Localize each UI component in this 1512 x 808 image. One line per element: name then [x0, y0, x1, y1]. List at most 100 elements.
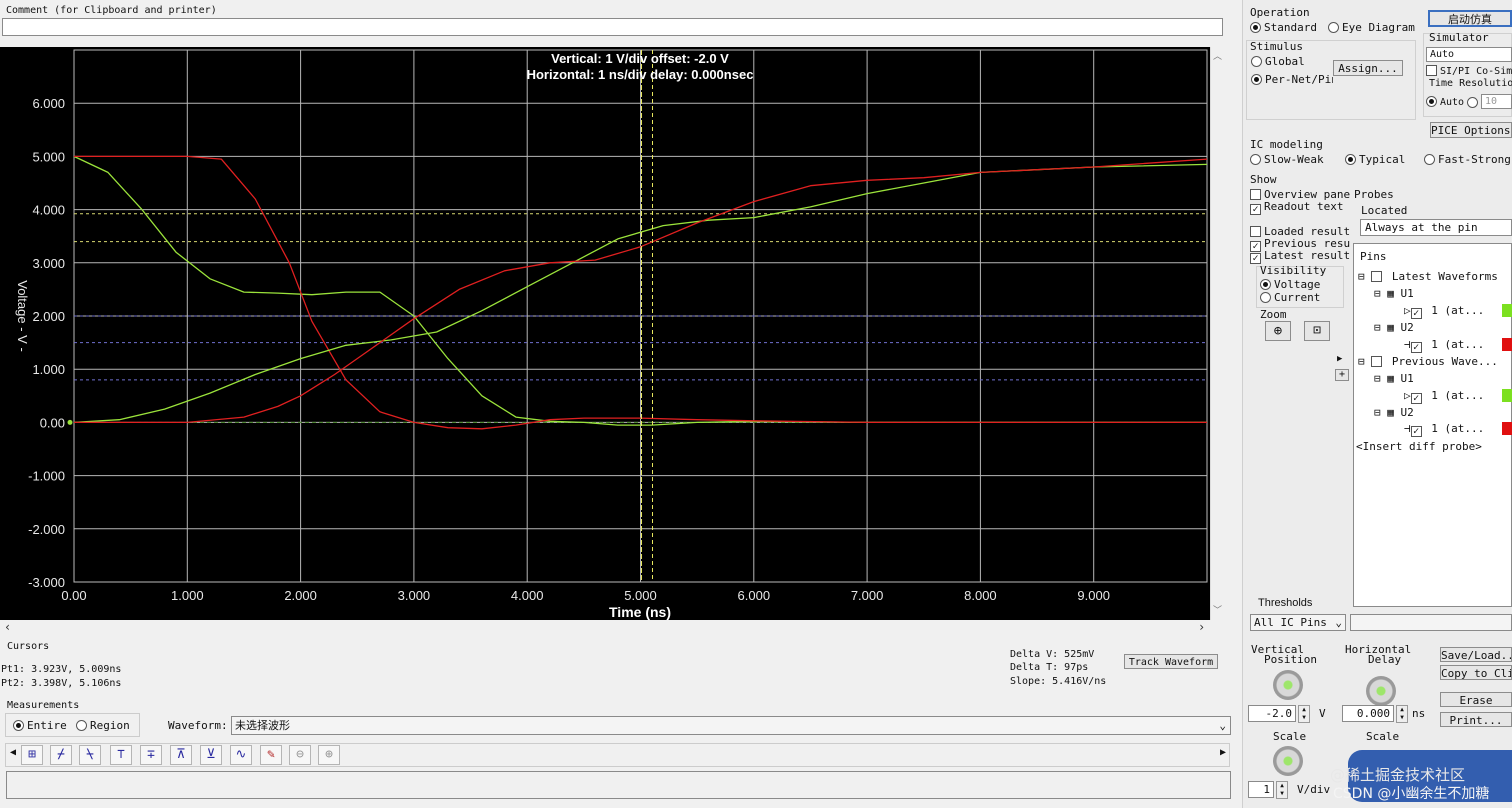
copy-to-clipboard-button[interactable]: Copy to Clip	[1440, 665, 1512, 680]
plot-horizontal-scrollbar[interactable]: ‹ ›	[0, 620, 1212, 635]
horizontal-delay-input[interactable]: 0.000	[1342, 705, 1394, 722]
current-label: Current	[1274, 291, 1321, 304]
located-select[interactable]: Always at the pin	[1360, 219, 1512, 236]
per-net-radio-dot	[1251, 74, 1262, 85]
vertical-position-knob[interactable]	[1273, 670, 1303, 700]
slew-tool-icon[interactable]: ∓	[140, 745, 162, 765]
scroll-right-icon[interactable]: ›	[1198, 620, 1205, 634]
vertical-position-spinner[interactable]: ▲ ▼	[1298, 705, 1310, 723]
eye-diagram-radio[interactable]: Eye Diagram	[1328, 21, 1415, 34]
hold-tool-icon[interactable]: ⊻	[200, 745, 222, 765]
readout-label: Readout text	[1264, 200, 1344, 213]
slow-label: Slow-Weak	[1264, 153, 1324, 166]
latest-results-checkbox[interactable]: ✓ Latest results	[1250, 249, 1350, 264]
insert-diff-probe[interactable]: <Insert diff probe>	[1356, 440, 1482, 453]
latest-tree-label: Latest Waveforms	[1391, 270, 1498, 283]
rise-time-tool-icon[interactable]: ⌿	[50, 745, 72, 765]
vertical-scale-spinner[interactable]: ▲ ▼	[1276, 781, 1288, 799]
cursor-pt1-readout: Pt1: 3.923V, 5.009ns	[1, 664, 122, 675]
prev-u2-pin-checkbox[interactable]: ✓	[1410, 426, 1422, 437]
u2-pin-checkbox[interactable]: ✓	[1410, 342, 1422, 353]
save-load-button[interactable]: Save/Load...	[1440, 647, 1512, 662]
previous-tree-checkbox[interactable]	[1371, 356, 1383, 367]
global-radio[interactable]: Global	[1251, 55, 1305, 68]
simulator-select[interactable]: Auto	[1426, 47, 1512, 62]
typical-radio[interactable]: Typical	[1345, 153, 1405, 166]
prev-u1-pin-checkbox[interactable]: ✓	[1410, 393, 1422, 404]
print-button[interactable]: Print...	[1440, 712, 1512, 727]
waveform-select-value: 未选择波形	[235, 719, 290, 732]
u1-pin-checkbox[interactable]: ✓	[1410, 308, 1422, 319]
spice-options-button[interactable]: PICE Options...	[1430, 122, 1512, 138]
auto-resolution-radio[interactable]: Auto	[1426, 96, 1464, 108]
slope-readout: Slope: 5.416V/ns	[1010, 676, 1107, 687]
expand-arrow-icon[interactable]: ▶	[1337, 354, 1342, 364]
tree-previous-waveforms[interactable]: ⊟ Previous Wave...	[1358, 355, 1498, 368]
resolution-input[interactable]: 10	[1481, 94, 1512, 109]
voltage-label: Voltage	[1274, 278, 1321, 291]
assign-button[interactable]: Assign...	[1333, 60, 1403, 76]
pen-tool-icon[interactable]: ✎	[260, 745, 282, 765]
tree-latest-waveforms[interactable]: ⊟ Latest Waveforms	[1358, 270, 1498, 283]
vertical-position-input[interactable]: -2.0	[1248, 705, 1296, 722]
thresholds-select[interactable]: All IC Pins ⌄	[1250, 614, 1346, 631]
tree-u2[interactable]: ⊟ ▦ U2	[1374, 321, 1414, 334]
typical-radio-dot	[1345, 154, 1356, 165]
ic-modeling-title: IC modeling	[1250, 138, 1323, 151]
waveform-select[interactable]: 未选择波形 ⌄	[231, 716, 1231, 735]
time-resolution-label: Time Resolution	[1429, 78, 1512, 89]
tree-prev-u2-pin[interactable]: ⊣ ✓ 1 (at...	[1404, 422, 1484, 437]
horizontal-delay-knob[interactable]	[1366, 676, 1396, 706]
zoom-in-icon[interactable]: ⊕	[1265, 321, 1291, 341]
vertical-scale-knob[interactable]	[1273, 746, 1303, 776]
plot-vertical-scrollbar[interactable]: ︿ ﹀	[1210, 47, 1224, 620]
scroll-down-icon[interactable]: ﹀	[1213, 603, 1222, 616]
resolution-value: 10	[1485, 96, 1498, 107]
waveform-plot[interactable]: 0.00 1.000 2.000 3.000 4.000 5.000 6.000 7.000 8…	[0, 47, 1210, 620]
prev-u1-color-swatch	[1502, 389, 1512, 402]
tree-u1-pin[interactable]: ▷ ✓ 1 (at...	[1404, 304, 1484, 319]
comment-input[interactable]	[2, 18, 1223, 36]
delay-tool-icon[interactable]: ⊤	[110, 745, 132, 765]
voltage-radio[interactable]: Voltage	[1260, 278, 1320, 291]
start-simulation-button[interactable]: 启动仿真	[1428, 10, 1512, 27]
horizontal-delay-spinner[interactable]: ▲ ▼	[1396, 705, 1408, 723]
receiver-icon: ⊣	[1404, 338, 1411, 351]
toolbar-right-arrow-icon[interactable]: ▶	[1220, 747, 1226, 758]
ringback-tool-icon[interactable]: ∿	[230, 745, 252, 765]
manual-resolution-radio[interactable]	[1467, 96, 1481, 109]
scroll-up-icon[interactable]: ︿	[1213, 49, 1222, 62]
latest-tree-checkbox[interactable]	[1371, 271, 1383, 282]
tree-prev-u1-pin[interactable]: ▷ ✓ 1 (at...	[1404, 389, 1484, 404]
mask-tool-icon[interactable]: ⊕	[318, 745, 340, 765]
fast-strong-radio[interactable]: Fast-Strong	[1424, 153, 1511, 166]
vertical-scale-input[interactable]: 1	[1248, 781, 1274, 798]
sipi-cosim-checkbox[interactable]: SI/PI Co-Sim	[1426, 65, 1512, 77]
scroll-left-icon[interactable]: ‹	[4, 620, 11, 634]
tree-prev-u2[interactable]: ⊟ ▦ U2	[1374, 406, 1414, 419]
add-probe-icon[interactable]: +	[1335, 369, 1349, 381]
eye-label: Eye Diagram	[1342, 21, 1415, 34]
per-net-radio[interactable]: Per-Net/Pin	[1251, 73, 1333, 86]
simulator-title: Simulator	[1429, 31, 1489, 44]
entire-radio[interactable]: Entire	[13, 719, 67, 732]
zoom-fit-icon[interactable]: ⊡	[1304, 321, 1330, 341]
tree-u1[interactable]: ⊟ ▦ U1	[1374, 287, 1414, 300]
current-radio[interactable]: Current	[1260, 291, 1320, 304]
tree-u2-pin[interactable]: ⊣ ✓ 1 (at...	[1404, 338, 1484, 353]
slow-weak-radio[interactable]: Slow-Weak	[1250, 153, 1324, 166]
track-waveform-button[interactable]: Track Waveform	[1124, 654, 1218, 669]
readout-text-checkbox[interactable]: ✓ Readout text	[1250, 200, 1343, 215]
thresholds-secondary-select[interactable]	[1350, 614, 1512, 631]
standard-radio[interactable]: Standard	[1250, 21, 1317, 34]
setup-tool-icon[interactable]: ⊼	[170, 745, 192, 765]
region-radio[interactable]: Region	[76, 719, 130, 732]
fall-time-tool-icon[interactable]: ⍀	[79, 745, 101, 765]
x-tick-label: 4.000	[511, 588, 544, 603]
toolbar-left-arrow-icon[interactable]: ◀	[10, 747, 16, 758]
tree-prev-u1[interactable]: ⊟ ▦ U1	[1374, 372, 1414, 385]
erase-button[interactable]: Erase	[1440, 692, 1512, 707]
overshoot-tool-icon[interactable]: ⊞	[21, 745, 43, 765]
fast-label: Fast-Strong	[1438, 153, 1511, 166]
eye-tool-icon[interactable]: ⊖	[289, 745, 311, 765]
